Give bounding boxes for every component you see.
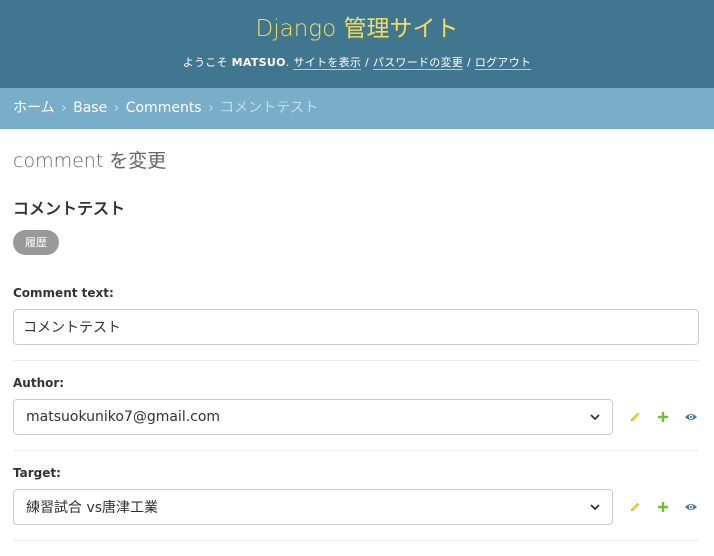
author-field-wrap: matsuokuniko7@gmail.com <box>13 399 699 435</box>
comment-text-label: Comment text: <box>13 286 114 300</box>
header: Django 管理サイト ようこそ MATSUO. サイトを表示 / パスワード… <box>0 0 714 88</box>
target-related-links <box>627 499 699 515</box>
form-row-comment-text: Comment text: コメントテスト <box>13 285 699 361</box>
plus-icon[interactable] <box>655 409 671 425</box>
eye-icon[interactable] <box>683 499 699 515</box>
user-tools: ようこそ MATSUO. サイトを表示 / パスワードの変更 / ログアウト <box>0 54 714 70</box>
logout-link[interactable]: ログアウト <box>474 56 532 70</box>
author-select[interactable]: matsuokuniko7@gmail.com <box>13 399 613 435</box>
breadcrumb: ホーム › Base › Comments › コメントテスト <box>0 88 714 129</box>
target-select-value: 練習試合 vs唐津工業 <box>26 500 159 516</box>
pencil-icon[interactable] <box>627 409 643 425</box>
target-select[interactable]: 練習試合 vs唐津工業 <box>13 489 613 525</box>
eye-icon[interactable] <box>683 409 699 425</box>
object-title: コメントテスト <box>13 199 126 218</box>
breadcrumb-home[interactable]: ホーム <box>13 100 55 116</box>
separator: / <box>463 56 475 69</box>
author-related-links <box>627 409 699 425</box>
site-name[interactable]: Django 管理サイト <box>0 14 714 44</box>
author-select-value: matsuokuniko7@gmail.com <box>26 409 221 425</box>
content: comment を変更 コメントテスト 履歴 Comment text: コメン… <box>0 149 714 541</box>
plus-icon[interactable] <box>655 499 671 515</box>
separator: / <box>361 56 373 69</box>
form-row-author: Author: matsuokuniko7@gmail.com <box>13 361 699 451</box>
breadcrumb-separator: › <box>61 100 67 116</box>
chevron-down-icon <box>590 504 600 511</box>
breadcrumb-current: コメントテスト <box>220 100 319 116</box>
welcome-text: ようこそ <box>182 56 228 69</box>
change-password-link[interactable]: パスワードの変更 <box>372 56 464 70</box>
breadcrumb-app[interactable]: Base <box>73 100 107 116</box>
form-row-target: Target: 練習試合 vs唐津工業 <box>13 451 699 541</box>
comment-text-input[interactable]: コメントテスト <box>13 309 699 345</box>
username: MATSUO <box>231 56 286 69</box>
author-label: Author: <box>13 376 65 390</box>
breadcrumb-model[interactable]: Comments <box>126 100 202 116</box>
history-button[interactable]: 履歴 <box>13 230 59 255</box>
pencil-icon[interactable] <box>627 499 643 515</box>
breadcrumb-separator: › <box>208 100 214 116</box>
chevron-down-icon <box>590 414 600 421</box>
target-label: Target: <box>13 466 61 480</box>
page-title: comment を変更 <box>13 150 167 172</box>
breadcrumb-separator: › <box>113 100 120 116</box>
view-site-link[interactable]: サイトを表示 <box>293 56 362 70</box>
target-field-wrap: 練習試合 vs唐津工業 <box>13 489 699 525</box>
